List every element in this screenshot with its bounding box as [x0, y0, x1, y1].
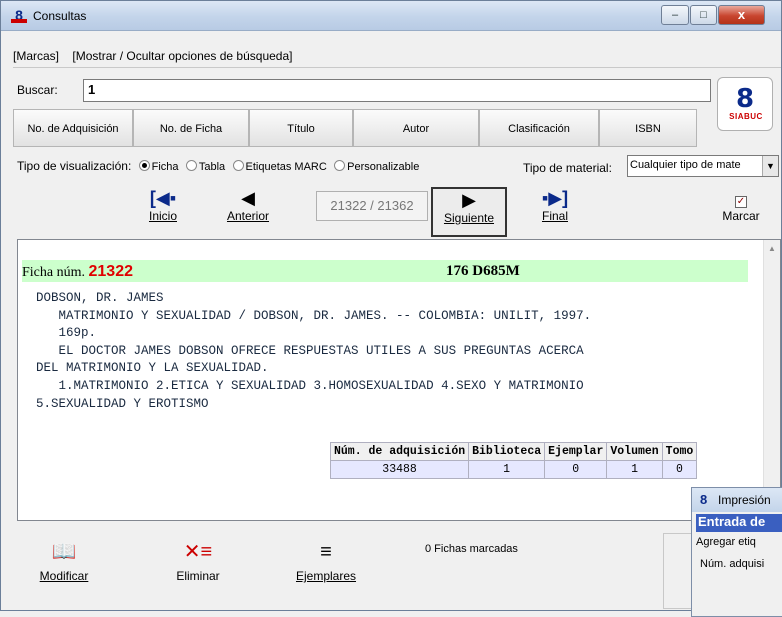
record-counter: 21322 / 21362 — [316, 191, 428, 221]
last-record-icon: ▪▶] — [541, 188, 569, 208]
table-cell: 1 — [468, 460, 546, 479]
record-display: Ficha núm. 21322 176 D685M DOBSON, DR. J… — [17, 239, 781, 521]
record-navigation: [◀▪ Inicio ◀ Anterior 21322 / 21362 ▶ Si… — [13, 185, 781, 239]
tab-no-ficha[interactable]: No. de Ficha — [133, 109, 249, 147]
menu-marcas[interactable]: [Marcas] — [13, 49, 59, 63]
last-label: Final — [541, 209, 568, 223]
table-cell: 33488 — [329, 460, 470, 479]
record-header: Ficha núm. 21322 176 D685M — [22, 260, 748, 282]
column-header: Núm. de adquisición — [329, 442, 470, 461]
menu-divider — [13, 67, 781, 68]
book-icon: 📖 — [51, 541, 77, 563]
column-header: Biblioteca — [468, 442, 546, 461]
previous-button[interactable]: ◀ Anterior — [213, 187, 283, 237]
copies-header-row: Núm. de adquisición Biblioteca Ejemplar … — [329, 442, 698, 461]
first-button[interactable]: [◀▪ Inicio — [133, 187, 193, 237]
arrow-right-icon: ▶ — [462, 190, 476, 210]
record-number: 21322 — [88, 263, 134, 280]
print-window-title: Impresión — [718, 493, 771, 507]
record-line: 169p. — [36, 326, 97, 341]
column-header: Volumen — [606, 442, 663, 461]
app-icon: 8 — [700, 492, 708, 507]
scroll-up-icon[interactable]: ▲ — [768, 244, 776, 253]
previous-label: Anterior — [226, 209, 270, 223]
window-title: Consultas — [33, 9, 87, 23]
copies-button[interactable]: ≡ Ejemplares — [283, 535, 369, 609]
table-cell: 1 — [606, 460, 663, 479]
delete-label: Eliminar — [176, 569, 220, 583]
material-label: Tipo de material: — [523, 161, 612, 175]
label-etiquetas-marc: Etiquetas MARC — [245, 161, 327, 173]
minimize-button[interactable]: – — [661, 5, 689, 25]
mark-button[interactable]: ✓ Marcar — [711, 187, 771, 237]
print-num-label: Núm. adquisi — [700, 558, 765, 570]
print-header: Entrada de — [696, 514, 782, 532]
record-line: DOBSON, DR. JAMES — [36, 291, 164, 305]
search-input[interactable]: 1 — [83, 79, 711, 102]
tab-isbn[interactable]: ISBN — [599, 109, 697, 147]
bottom-toolbar: 📖 Modificar ✕≡ Eliminar ≡ Ejemplares 0 F… — [13, 521, 781, 611]
tab-autor[interactable]: Autor — [353, 109, 479, 147]
record-line: MATRIMONIO Y SEXUALIDAD / DOBSON, DR. JA… — [36, 308, 592, 323]
visualization-label: Tipo de visualización: — [17, 159, 132, 173]
modify-label: Modificar — [39, 569, 89, 583]
print-group-label: Agregar etiq — [696, 536, 756, 548]
next-label: Siguiente — [443, 211, 495, 225]
copies-table: Núm. de adquisición Biblioteca Ejemplar … — [329, 442, 698, 479]
classification: 176 D685M — [446, 263, 520, 279]
chevron-down-icon[interactable]: ▼ — [762, 156, 778, 176]
last-button[interactable]: ▪▶] Final — [525, 187, 585, 237]
label-personalizable: Personalizable — [347, 161, 420, 173]
print-window: 8 Impresión Entrada de Agregar etiq Núm.… — [691, 487, 782, 617]
radio-tabla[interactable] — [185, 160, 197, 171]
mark-label: Marcar — [722, 209, 760, 223]
marked-count: 0 Fichas marcadas — [425, 543, 518, 555]
column-header: Ejemplar — [544, 442, 608, 461]
modify-button[interactable]: 📖 Modificar — [27, 535, 101, 609]
tab-titulo[interactable]: Título — [249, 109, 353, 147]
record-body: DOBSON, DR. JAMES MATRIMONIO Y SEXUALIDA… — [36, 290, 756, 413]
record-line: EL DOCTOR JAMES DOBSON OFRECE RESPUESTAS… — [36, 343, 584, 358]
close-button[interactable]: x — [718, 5, 765, 25]
tab-clasificacion[interactable]: Clasificación — [479, 109, 599, 147]
siabuc-logo: 8 SIABUC — [717, 77, 773, 131]
copies-label: Ejemplares — [295, 569, 357, 583]
logo-text: SIABUC — [729, 112, 763, 121]
record-line: 1.MATRIMONIO 2.ETICA Y SEXUALIDAD 3.HOMO… — [36, 378, 584, 393]
delete-list-icon: ✕≡ — [183, 541, 213, 563]
checkbox-icon: ✓ — [735, 196, 747, 208]
radio-personalizable[interactable] — [334, 160, 346, 171]
title-bar: 8 Consultas – □ x — [1, 1, 781, 31]
radio-etiquetas-marc[interactable] — [232, 160, 244, 171]
list-icon: ≡ — [320, 541, 332, 563]
tab-no-adquisicion[interactable]: No. de Adquisición — [13, 109, 133, 147]
first-label: Inicio — [148, 209, 177, 223]
app-icon: 8 — [11, 8, 27, 24]
arrow-left-icon: ◀ — [241, 188, 255, 208]
radio-ficha[interactable] — [138, 160, 150, 171]
record-label: Ficha núm. — [22, 265, 85, 280]
vertical-scrollbar[interactable]: ▲ — [763, 240, 780, 520]
label-ficha: Ficha — [151, 161, 179, 173]
table-cell: 0 — [544, 460, 608, 479]
menu-bar: [Marcas] [Mostrar / Ocultar opciones de … — [13, 49, 302, 63]
visualization-options: Tipo de visualización: Ficha Tabla Etiqu… — [17, 159, 419, 173]
maximize-button[interactable]: □ — [690, 5, 717, 25]
table-cell: 0 — [661, 460, 698, 479]
main-window: 8 Consultas – □ x [Marcas] [Mostrar / Oc… — [0, 0, 782, 617]
material-value: Cualquier tipo de mate — [630, 159, 741, 171]
label-tabla: Tabla — [198, 161, 226, 173]
delete-button[interactable]: ✕≡ Eliminar — [163, 535, 233, 609]
next-button[interactable]: ▶ Siguiente — [431, 187, 507, 237]
record-line: DEL MATRIMONIO Y LA SEXUALIDAD. — [36, 361, 269, 376]
table-row[interactable]: 33488 1 0 1 0 — [329, 460, 698, 479]
menu-toggle-options[interactable]: [Mostrar / Ocultar opciones de búsqueda] — [72, 49, 292, 63]
column-header: Tomo — [661, 442, 698, 461]
first-record-icon: [◀▪ — [149, 188, 177, 208]
search-label: Buscar: — [17, 83, 58, 97]
record-line: 5.SEXUALIDAD Y EROTISMO — [36, 396, 209, 411]
print-title-bar: 8 Impresión — [692, 488, 782, 512]
material-select[interactable]: Cualquier tipo de mate ▼ — [627, 155, 779, 177]
